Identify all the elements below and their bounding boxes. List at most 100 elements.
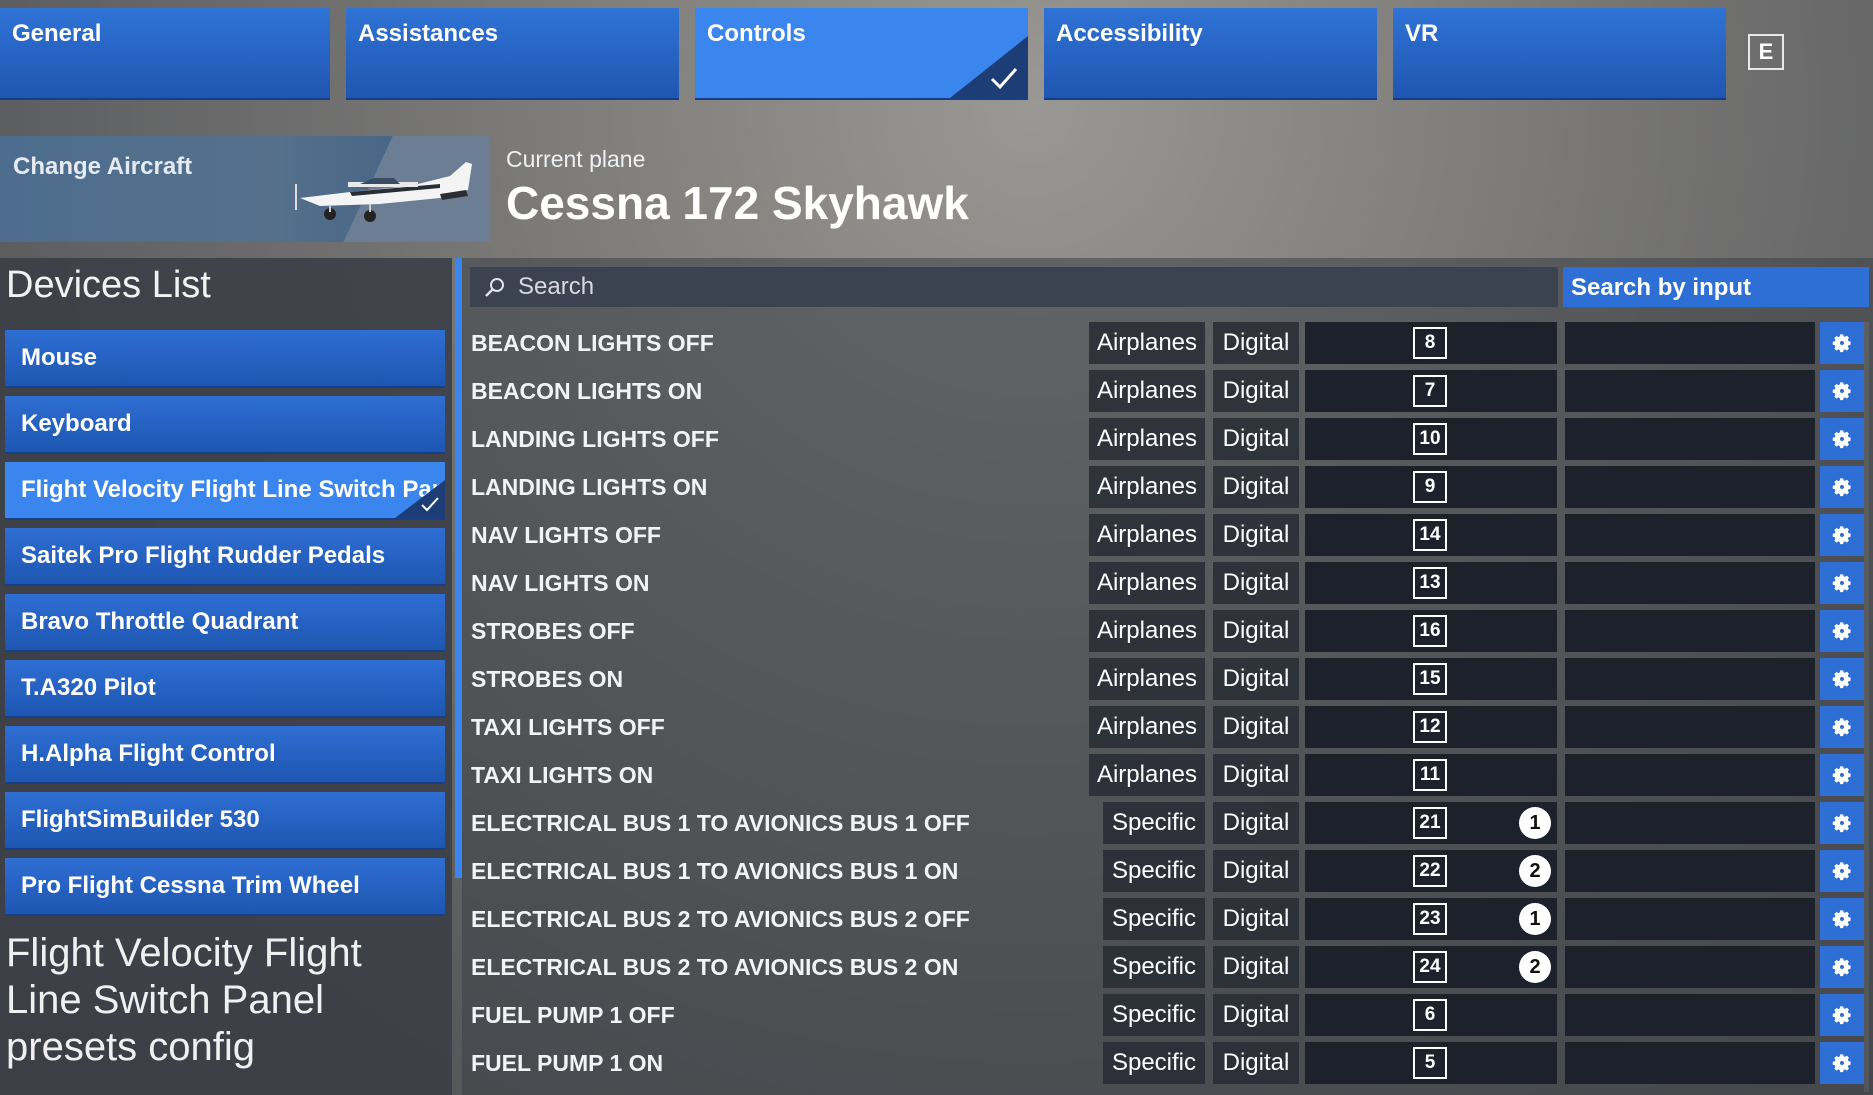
binding-settings-button[interactable] [1820, 850, 1864, 892]
binding-settings-button[interactable] [1820, 466, 1864, 508]
binding-settings-button[interactable] [1820, 610, 1864, 652]
binding-settings-button[interactable] [1820, 562, 1864, 604]
binding-settings-button[interactable] [1820, 898, 1864, 940]
binding-slot-primary[interactable]: 7 [1305, 370, 1557, 412]
bindings-scrollbar[interactable] [1864, 322, 1869, 1092]
binding-slot-secondary[interactable] [1565, 370, 1815, 412]
binding-row[interactable]: STROBES OFF Airplanes Digital 16 [462, 610, 1873, 652]
binding-category: Airplanes [1089, 706, 1205, 748]
binding-slot-secondary[interactable] [1565, 322, 1815, 364]
binding-slot-primary[interactable]: 21 1 [1305, 802, 1557, 844]
binding-row[interactable]: NAV LIGHTS OFF Airplanes Digital 14 [462, 514, 1873, 556]
device-item-keyboard[interactable]: Keyboard [5, 396, 445, 454]
binding-settings-button[interactable] [1820, 370, 1864, 412]
binding-slot-secondary[interactable] [1565, 562, 1815, 604]
device-item-a320-pilot[interactable]: T.A320 Pilot [5, 660, 445, 718]
binding-row[interactable]: ELECTRICAL BUS 2 TO AVIONICS BUS 2 ON Spe… [462, 946, 1873, 988]
tab-vr[interactable]: VR [1393, 8, 1726, 100]
binding-slot-secondary[interactable] [1565, 946, 1815, 988]
device-item-switch-panel[interactable]: Flight Velocity Flight Line Switch Panel [5, 462, 445, 520]
binding-slot-primary[interactable]: 13 [1305, 562, 1557, 604]
binding-slot-primary[interactable]: 12 [1305, 706, 1557, 748]
binding-slot-primary[interactable]: 9 [1305, 466, 1557, 508]
devices-panel: Devices List Mouse Keyboard Flight Veloc… [0, 258, 452, 1095]
binding-slot-secondary[interactable] [1565, 610, 1815, 652]
search-input[interactable] [516, 272, 1420, 302]
binding-settings-button[interactable] [1820, 322, 1864, 364]
device-item-cessna-trim-wheel[interactable]: Pro Flight Cessna Trim Wheel [5, 858, 445, 916]
tab-accessibility[interactable]: Accessibility [1044, 8, 1377, 100]
binding-row[interactable]: LANDING LIGHTS ON Airplanes Digital 9 [462, 466, 1873, 508]
binding-slot-secondary[interactable] [1565, 706, 1815, 748]
button-number-badge: 16 [1413, 615, 1447, 647]
binding-row[interactable]: ELECTRICAL BUS 2 TO AVIONICS BUS 2 OFF Sp… [462, 898, 1873, 940]
binding-settings-button[interactable] [1820, 994, 1864, 1036]
binding-settings-button[interactable] [1820, 418, 1864, 460]
binding-slot-primary[interactable]: 24 2 [1305, 946, 1557, 988]
binding-row[interactable]: LANDING LIGHTS OFF Airplanes Digital 10 [462, 418, 1873, 460]
gear-icon [1831, 524, 1853, 546]
tab-assistances[interactable]: Assistances [346, 8, 679, 100]
binding-slot-primary[interactable]: 10 [1305, 418, 1557, 460]
binding-slot-primary[interactable]: 11 [1305, 754, 1557, 796]
button-index-badge: 1 [1519, 903, 1551, 935]
binding-input-type: Digital [1213, 610, 1299, 652]
tab-controls[interactable]: Controls [695, 8, 1028, 100]
binding-row[interactable]: BEACON LIGHTS OFF Airplanes Digital 8 [462, 322, 1873, 364]
binding-slot-secondary[interactable] [1565, 850, 1815, 892]
binding-settings-button[interactable] [1820, 658, 1864, 700]
binding-slot-primary[interactable]: 15 [1305, 658, 1557, 700]
device-item-label: Bravo Throttle Quadrant [21, 608, 299, 635]
tab-vr-label: VR [1405, 20, 1439, 47]
binding-row[interactable]: FUEL PUMP 1 OFF Specific Digital 6 [462, 994, 1873, 1036]
binding-settings-button[interactable] [1820, 754, 1864, 796]
binding-slot-secondary[interactable] [1565, 994, 1815, 1036]
binding-row[interactable]: STROBES ON Airplanes Digital 15 [462, 658, 1873, 700]
binding-slot-primary[interactable]: 14 [1305, 514, 1557, 556]
binding-slot-primary[interactable]: 16 [1305, 610, 1557, 652]
binding-slot-primary[interactable]: 5 [1305, 1042, 1557, 1084]
binding-slot-primary[interactable]: 22 2 [1305, 850, 1557, 892]
binding-settings-button[interactable] [1820, 802, 1864, 844]
binding-row[interactable]: TAXI LIGHTS ON Airplanes Digital 11 [462, 754, 1873, 796]
device-item-rudder-pedals[interactable]: Saitek Pro Flight Rudder Pedals [5, 528, 445, 586]
checkmark-icon [990, 68, 1018, 90]
binding-settings-button[interactable] [1820, 946, 1864, 988]
binding-row[interactable]: ELECTRICAL BUS 1 TO AVIONICS BUS 1 OFF Sp… [462, 802, 1873, 844]
binding-slot-secondary[interactable] [1565, 898, 1815, 940]
binding-slot-secondary[interactable] [1565, 418, 1815, 460]
binding-slot-primary[interactable]: 8 [1305, 322, 1557, 364]
device-item-throttle-quadrant[interactable]: Bravo Throttle Quadrant [5, 594, 445, 652]
binding-settings-button[interactable] [1820, 514, 1864, 556]
binding-row[interactable]: NAV LIGHTS ON Airplanes Digital 13 [462, 562, 1873, 604]
search-icon [485, 278, 504, 297]
binding-slot-secondary[interactable] [1565, 466, 1815, 508]
binding-row[interactable]: FUEL PUMP 1 ON Specific Digital 5 [462, 1042, 1873, 1084]
next-tab-key-hint[interactable]: E [1748, 34, 1784, 70]
binding-settings-button[interactable] [1820, 706, 1864, 748]
binding-row[interactable]: BEACON LIGHTS ON Airplanes Digital 7 [462, 370, 1873, 412]
binding-row[interactable]: ELECTRICAL BUS 1 TO AVIONICS BUS 1 ON Spe… [462, 850, 1873, 892]
binding-slot-secondary[interactable] [1565, 802, 1815, 844]
binding-input-type: Digital [1213, 1042, 1299, 1084]
device-item-flightsimbuilder-530[interactable]: FlightSimBuilder 530 [5, 792, 445, 850]
binding-slot-primary[interactable]: 23 1 [1305, 898, 1557, 940]
binding-slot-secondary[interactable] [1565, 1042, 1815, 1084]
tab-general[interactable]: General [0, 8, 330, 100]
binding-slot-secondary[interactable] [1565, 754, 1815, 796]
binding-slot-primary[interactable]: 6 [1305, 994, 1557, 1036]
device-item-alpha-flight-control[interactable]: H.Alpha Flight Control [5, 726, 445, 784]
button-number-badge: 21 [1413, 807, 1447, 839]
binding-row[interactable]: TAXI LIGHTS OFF Airplanes Digital 12 [462, 706, 1873, 748]
binding-input-type: Digital [1213, 850, 1299, 892]
binding-slot-secondary[interactable] [1565, 514, 1815, 556]
binding-settings-button[interactable] [1820, 1042, 1864, 1084]
binding-slot-secondary[interactable] [1565, 658, 1815, 700]
search-by-input-button[interactable]: Search by input [1563, 267, 1869, 307]
button-number-badge: 15 [1413, 663, 1447, 695]
change-aircraft-button[interactable]: Change Aircraft [0, 136, 490, 242]
binding-name: STROBES OFF [471, 618, 635, 644]
search-bar[interactable] [470, 267, 1558, 307]
device-item-mouse[interactable]: Mouse [5, 330, 445, 388]
current-plane-name: Cessna 172 Skyhawk [506, 177, 969, 229]
